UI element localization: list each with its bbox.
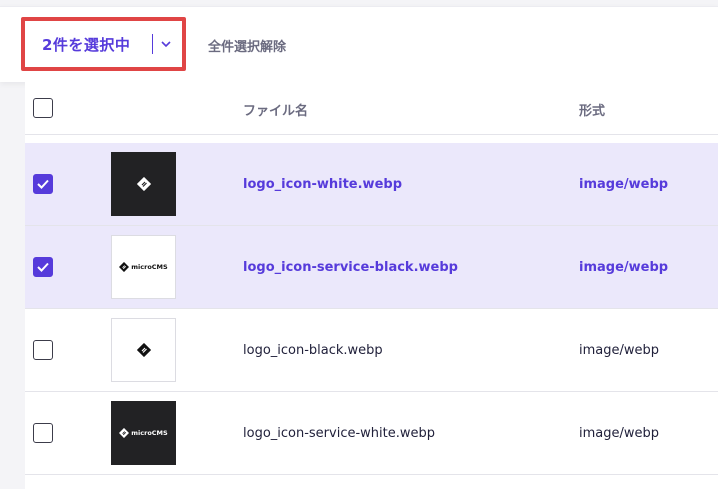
- logo-wordmark: microCMS: [131, 263, 168, 271]
- file-format: image/webp: [579, 343, 660, 358]
- row-checkbox[interactable]: [33, 340, 53, 360]
- file-format: image/webp: [579, 426, 660, 441]
- logo-wordmark: microCMS: [131, 429, 168, 437]
- clear-all-selection-link[interactable]: 全件選択解除: [208, 36, 286, 55]
- table-header: ファイル名 形式: [25, 82, 718, 135]
- thumbnail-image: [111, 152, 176, 216]
- thumbnail-image: microCMS: [111, 401, 176, 465]
- file-name[interactable]: logo_icon-white.webp: [243, 177, 402, 192]
- selection-count-label: 2件を選択中: [42, 35, 131, 54]
- checkmark-icon: [37, 262, 49, 272]
- checkmark-icon: [37, 179, 49, 189]
- file-name[interactable]: logo_icon-service-black.webp: [243, 260, 458, 275]
- logo-icon: [136, 343, 151, 357]
- file-name[interactable]: logo_icon-service-white.webp: [243, 426, 435, 441]
- chevron-down-icon[interactable]: [159, 35, 173, 53]
- table-row[interactable]: microCMS logo_icon-service-white.webp im…: [25, 392, 718, 475]
- header-format: 形式: [579, 104, 606, 119]
- highlight-annotation-box: 2件を選択中: [21, 17, 186, 71]
- selection-count-button[interactable]: 2件を選択中: [29, 25, 178, 63]
- thumbnail-image: microCMS: [111, 235, 176, 299]
- table-row[interactable]: logo_icon-black.webp image/webp: [25, 309, 718, 392]
- header-filename: ファイル名: [243, 104, 309, 119]
- row-checkbox[interactable]: [33, 423, 53, 443]
- select-all-checkbox[interactable]: [33, 98, 53, 118]
- file-format: image/webp: [579, 260, 669, 275]
- button-divider: [152, 34, 153, 54]
- media-table: ファイル名 形式 logo_icon-white.webp image/webp…: [25, 82, 718, 489]
- selection-toolbar: 2件を選択中 全件選択解除: [0, 6, 718, 82]
- file-format: image/webp: [579, 177, 669, 192]
- logo-icon: [136, 177, 151, 191]
- thumbnail-image: [111, 318, 176, 382]
- logo-icon: [119, 262, 130, 272]
- file-name[interactable]: logo_icon-black.webp: [243, 343, 383, 358]
- row-checkbox[interactable]: [33, 174, 53, 194]
- logo-icon: [119, 428, 130, 438]
- table-row[interactable]: microCMS logo_icon-service-black.webp im…: [25, 226, 718, 309]
- row-checkbox[interactable]: [33, 257, 53, 277]
- table-row[interactable]: logo_icon-white.webp image/webp: [25, 143, 718, 226]
